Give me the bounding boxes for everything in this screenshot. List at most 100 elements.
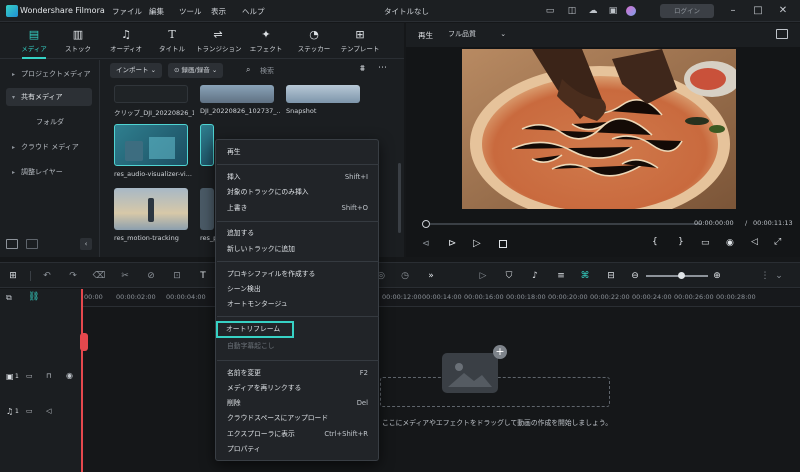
stop-icon[interactable] <box>499 240 507 248</box>
save-icon[interactable]: ◫ <box>566 5 578 17</box>
menu-item-auto-montage[interactable]: オートモンタージュ <box>216 298 378 311</box>
monitor-icon[interactable]: ▭ <box>544 5 556 17</box>
menu-item-rename[interactable]: 名前を変更 F2 <box>216 367 378 380</box>
menu-item-insert-target-track[interactable]: 対象のトラックにのみ挿入 <box>216 186 378 199</box>
display-icon[interactable]: ▭ <box>701 238 710 248</box>
media-scrollbar[interactable] <box>398 163 401 233</box>
link-icon[interactable]: ⛓ <box>28 292 39 302</box>
seek-handle[interactable] <box>422 220 430 228</box>
tag-icon[interactable]: ⊘ <box>144 269 158 283</box>
import-dropdown[interactable]: インポート ⌄ <box>110 63 163 78</box>
clip-thumbnail[interactable] <box>114 124 188 166</box>
menu-edit[interactable]: 編集 <box>149 6 164 17</box>
menu-file[interactable]: ファイル <box>112 6 142 17</box>
add-track-icon[interactable]: ⧉ <box>6 293 12 303</box>
menu-view[interactable]: 表示 <box>211 6 226 17</box>
grid-menu-icon[interactable]: ⋮ <box>758 269 772 283</box>
plus-icon[interactable]: + <box>493 345 507 359</box>
menu-item-append[interactable]: 追加する <box>216 227 378 240</box>
layout-grid-icon[interactable]: ⊞ <box>6 269 20 283</box>
menu-help[interactable]: ヘルプ <box>242 6 265 17</box>
sidebar-item-project-media[interactable]: ▸ プロジェクトメディア <box>6 65 92 83</box>
clip-thumbnail[interactable] <box>286 85 360 103</box>
mute-icon[interactable]: ◁ <box>46 407 51 415</box>
menu-tools[interactable]: ツール <box>179 6 202 17</box>
clip-thumbnail[interactable] <box>114 188 188 230</box>
menu-item-auto-reframe[interactable]: オートリフレーム <box>216 321 294 338</box>
tab-stock[interactable]: ▥ ストック <box>56 26 100 58</box>
clip-thumbnail[interactable] <box>200 85 274 103</box>
timeline-ruler[interactable]: 00:00 00:00:02:00 00:00:04:00 00:00:12:0… <box>82 289 800 307</box>
menu-item-delete[interactable]: 削除 Del <box>216 397 378 410</box>
zoom-slider-handle[interactable] <box>678 272 685 279</box>
delete-icon[interactable]: ⌫ <box>92 269 106 283</box>
menu-item-auto-captions[interactable]: 自動字幕起こし <box>216 340 378 353</box>
quality-dropdown[interactable]: フル品質 ⌄ <box>448 29 506 39</box>
shield-icon[interactable]: ⛉ <box>502 269 516 283</box>
menu-item-show-in-explorer[interactable]: エクスプローラに表示 Ctrl+Shift+R <box>216 428 378 441</box>
seek-bar[interactable] <box>430 223 702 225</box>
more-tools-icon[interactable]: » <box>424 269 438 283</box>
step-back-icon[interactable]: ⊲ <box>422 239 430 249</box>
folder-icon[interactable]: ▭ <box>26 407 33 415</box>
scissors-icon[interactable]: ✂ <box>118 269 132 283</box>
camera-icon[interactable]: ◉ <box>726 238 734 248</box>
tab-sticker[interactable]: ◔ ステッカー <box>292 26 336 58</box>
timeline-tracks[interactable]: + ここにメディアやエフェクトをドラッグして動画の作成を開始しましょう。 <box>82 307 800 472</box>
sidebar-item-cloud-media[interactable]: ▸ クラウド メディア <box>6 138 92 156</box>
tab-template[interactable]: ⊞ テンプレート <box>338 26 382 58</box>
zoom-out-icon[interactable]: ⊖ <box>628 269 642 283</box>
folder-icon[interactable] <box>26 239 38 249</box>
chevron-down-icon[interactable]: ⌄ <box>772 269 786 283</box>
clip-thumbnail[interactable] <box>200 188 214 230</box>
tab-transition[interactable]: ⇌ トランジション <box>196 26 242 58</box>
snapshot-icon[interactable] <box>776 29 788 39</box>
sidebar-item-shared-media[interactable]: ▾ 共有メディア <box>6 88 92 106</box>
mark-out-icon[interactable]: } <box>678 237 684 247</box>
sidebar-item-folder[interactable]: フォルダ <box>30 113 90 131</box>
microphone-icon[interactable]: ♪ <box>528 269 542 283</box>
cloud-upload-icon[interactable]: ☁ <box>587 5 599 17</box>
snap-icon[interactable]: ⌘ <box>578 269 592 283</box>
timer-icon[interactable]: ◷ <box>398 269 412 283</box>
redo-icon[interactable]: ↷ <box>66 269 80 283</box>
marker-icon[interactable]: ⊟ <box>604 269 618 283</box>
avatar[interactable] <box>626 6 636 16</box>
menu-item-insert[interactable]: 挿入 Shift+I <box>216 171 378 184</box>
text-icon[interactable]: T <box>196 269 210 283</box>
tab-media[interactable]: ▤ メディア <box>12 26 56 59</box>
menu-item-upload-cloud[interactable]: クラウドスペースにアップロード <box>216 412 378 425</box>
menu-item-add-new-track[interactable]: 新しいトラックに追加 <box>216 243 378 256</box>
minimize-icon[interactable]: – <box>726 4 740 18</box>
new-folder-icon[interactable] <box>6 239 18 249</box>
menu-item-play[interactable]: 再生 <box>216 146 378 159</box>
folder-icon[interactable]: ▭ <box>26 372 33 380</box>
audio-mix-icon[interactable]: ≡ <box>554 269 568 283</box>
zoom-in-icon[interactable]: ⊕ <box>710 269 724 283</box>
frame-back-icon[interactable]: ⊳ <box>448 238 456 249</box>
sidebar-item-adjustment-layer[interactable]: ▸ 調整レイヤー <box>6 163 92 181</box>
playhead-handle[interactable] <box>80 333 88 351</box>
crop-icon[interactable]: ⊡ <box>170 269 184 283</box>
clip-thumbnail[interactable] <box>200 124 214 166</box>
playhead[interactable] <box>81 289 83 472</box>
menu-item-overwrite[interactable]: 上書き Shift+O <box>216 202 378 215</box>
mark-in-icon[interactable]: { <box>652 237 658 247</box>
tab-title[interactable]: T タイトル <box>150 26 194 58</box>
maximize-icon[interactable]: □ <box>751 4 765 18</box>
menu-item-scene-detection[interactable]: シーン検出 <box>216 283 378 296</box>
add-media-placeholder[interactable] <box>442 353 498 393</box>
menu-item-relink-media[interactable]: メディアを再リンクする <box>216 382 378 395</box>
tab-playback[interactable]: 再生 <box>418 30 433 41</box>
undo-icon[interactable]: ↶ <box>40 269 54 283</box>
play-icon[interactable]: ▷ <box>473 238 481 249</box>
lock-icon[interactable]: ⊓ <box>46 372 51 380</box>
fullscreen-icon[interactable]: ⤢ <box>774 237 781 247</box>
render-icon[interactable]: ▷ <box>476 269 490 283</box>
eye-icon[interactable]: ◉ <box>66 371 73 380</box>
menu-item-properties[interactable]: プロパティ <box>216 443 378 456</box>
clip-thumbnail[interactable] <box>114 85 188 103</box>
tab-effects[interactable]: ✦ エフェクト <box>244 26 288 58</box>
gift-icon[interactable]: ▣ <box>607 5 619 17</box>
record-dropdown[interactable]: ⊙ 録画/録音 ⌄ <box>168 63 224 78</box>
